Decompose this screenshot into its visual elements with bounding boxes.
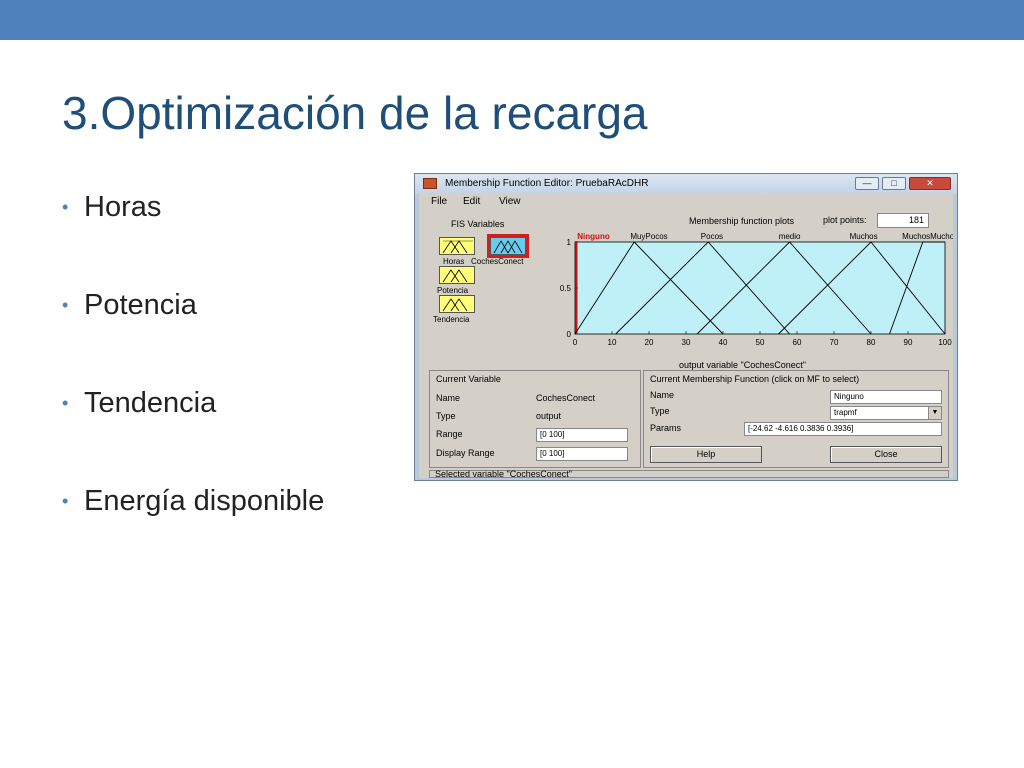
chevron-down-icon: ▼ [928,407,941,419]
x-tick-label: 70 [830,338,839,347]
current-mf-panel: Current Membership Function (click on MF… [643,370,949,468]
bullet-text: Horas [84,191,162,223]
mf-type-select[interactable]: trapmf ▼ [830,406,942,420]
y-tick-label: 0.5 [560,284,572,293]
x-tick-label: 0 [573,338,578,347]
input-mf-icon [442,240,473,254]
status-bar: Selected variable "CochesConect" [429,469,949,479]
range-label: Range [436,429,463,439]
slide-title: 3.Optimización de la recarga [62,87,648,139]
params-label: Params [650,423,682,433]
panel-heading: Current Variable [436,374,501,384]
window-title-bar[interactable]: Membership Function Editor: PruebaRAcDHR… [415,174,957,194]
matlab-icon [423,178,437,189]
window-client-area: File Edit View FIS Variables Horas Coche… [419,194,953,479]
y-tick-label: 0 [567,330,572,339]
fis-var-label: Horas [443,257,465,266]
input-mf-icon [442,298,468,312]
mf-editor-window: Membership Function Editor: PruebaRAcDHR… [414,173,958,481]
plot-points-label: plot points: [823,215,867,225]
mf-label: Pocos [701,232,723,241]
mf-label: MuyPocos [630,232,667,241]
type-label: Type [436,411,456,421]
bullet-item: • Energía disponible [60,482,324,580]
bullet-dot: • [62,393,69,413]
mf-label: Ninguno [577,232,610,241]
mf-label: Muchos [850,232,878,241]
x-tick-label: 40 [719,338,728,347]
x-tick-label: 10 [608,338,617,347]
panel-heading: Current Membership Function (click on MF… [650,374,860,384]
display-range-input[interactable]: [0 100] [536,447,628,461]
bullet-text: Potencia [84,289,197,321]
menu-file[interactable]: File [431,196,447,207]
minimize-button[interactable]: — [855,177,879,190]
x-tick-label: 100 [938,338,952,347]
mf-name-label: Name [650,390,675,400]
x-tick-label: 30 [682,338,691,347]
fis-variables-label: FIS Variables [451,219,505,229]
fis-var-horas[interactable] [439,237,475,255]
menu-bar: File Edit View [419,194,953,210]
fis-var-cochesconect[interactable] [487,234,529,258]
fis-var-label: Potencia [437,286,469,295]
plot-points-input[interactable]: 181 [877,213,929,228]
window-title: Membership Function Editor: PruebaRAcDHR [445,178,649,189]
x-tick-label: 50 [756,338,765,347]
output-mf-icon [493,240,523,254]
x-tick-label: 20 [645,338,654,347]
bullet-text: Energía disponible [84,485,325,517]
display-range-label: Display Range [436,448,495,458]
bullet-text: Tendencia [84,387,217,419]
bullet-dot: • [62,491,69,511]
help-button[interactable]: Help [650,446,762,463]
input-mf-icon [442,269,468,283]
bullet-item: • Potencia [60,286,324,384]
plot-area [574,241,946,335]
mf-label: MuchosMuchos [902,232,953,241]
fis-var-label: CochesConect [471,257,524,266]
mf-plots-label: Membership function plots [689,216,795,226]
bullet-list: • Horas • Potencia • Tendencia • Energía dis… [60,188,324,580]
variable-name-value: CochesConect [536,393,596,403]
params-input[interactable]: [-24.62 -4.616 0.3836 0.3936] [744,422,942,436]
x-tick-label: 60 [793,338,802,347]
variable-type-value: output [536,411,562,421]
x-axis-label: output variable "CochesConect" [679,360,806,370]
status-text: Selected variable "CochesConect" [435,469,572,479]
fis-var-tendencia[interactable] [439,295,475,313]
close-button[interactable]: Close [830,446,942,463]
mf-type-value: trapmf [834,408,857,417]
mf-type-label: Type [650,406,670,416]
fis-var-potencia[interactable] [439,266,475,284]
mf-name-input[interactable]: Ninguno [830,390,942,404]
range-input[interactable]: [0 100] [536,428,628,442]
mf-plot[interactable]: 0 10 20 30 40 50 60 70 80 90 100 0 0.5 1 Ninguno MuyPoc… [549,230,953,360]
close-window-button[interactable]: ✕ [909,177,951,190]
current-variable-panel: Current Variable Name CochesConect Type … [429,370,641,468]
menu-view[interactable]: View [499,196,521,207]
mf-label: medio [779,232,801,241]
bullet-dot: • [62,295,69,315]
bullet-item: • Tendencia [60,384,324,482]
bullet-item: • Horas [60,188,324,286]
fis-var-label: Tendencia [433,315,470,324]
menu-edit[interactable]: Edit [463,196,480,207]
y-tick-label: 1 [567,238,572,247]
x-tick-label: 80 [867,338,876,347]
name-label: Name [436,393,461,403]
slide-header-bar [0,0,1024,40]
maximize-button[interactable]: □ [882,177,906,190]
bullet-dot: • [62,197,69,217]
x-tick-label: 90 [904,338,913,347]
